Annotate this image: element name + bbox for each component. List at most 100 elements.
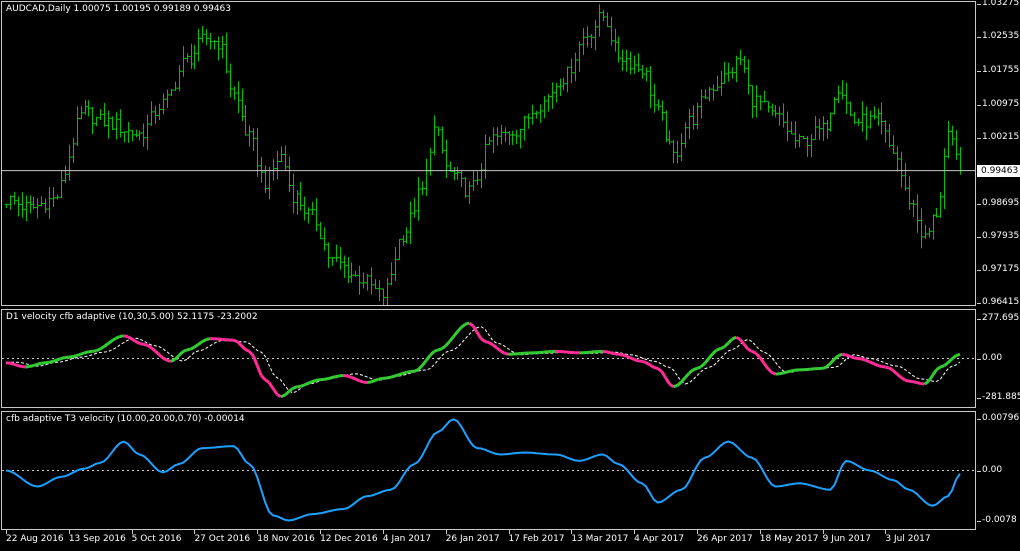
velocity-up-segment [76,352,82,358]
price-bar [310,201,315,215]
velocity-down-segment [139,341,144,346]
velocity-down-segment [236,340,243,347]
price-bar [954,130,959,161]
velocity-up-segment [99,345,105,351]
price-bar [373,279,378,290]
velocity-up-segment [417,364,424,371]
price-bar [522,115,527,141]
price-bar [887,123,892,148]
velocity-down-segment [762,361,769,370]
price-axis-label: 1.00975 [982,98,1020,109]
price-bar [416,177,421,221]
t3-velocity-indicator-panel[interactable]: cfb adaptive T3 velocity (10.00,20.00,0.… [1,411,976,530]
velocity-up-segment [951,354,958,360]
price-bar [412,197,417,218]
price-bar [118,109,123,138]
velocity-down-segment [143,342,148,347]
t3-axis-label-tick [977,520,981,522]
price-bar [322,227,327,251]
velocity-up-segment [790,368,796,373]
price-bar [542,96,547,119]
price-bar [471,170,476,191]
price-axis-label: 0.97935 [982,231,1020,242]
price-bar [31,196,36,210]
price-bar [83,99,88,115]
velocity-up-segment [366,380,372,385]
price-bar [750,85,755,119]
velocity-up-segment [103,342,109,348]
velocity-down-segment [885,365,890,370]
velocity-up-segment [947,357,954,364]
velocity-up-segment [201,338,207,343]
velocity-up-segment [448,335,455,343]
price-bar [224,32,229,74]
time-axis-label: 13 Mar 2017 [571,534,629,544]
velocity-down-segment [251,355,259,367]
price-bar [334,244,339,262]
price-axis-label: 1.01755 [982,64,1020,75]
velocity-down-segment [766,367,773,374]
price-bar [510,130,515,146]
velocity-up-segment [923,380,930,386]
velocity-down-segment [892,369,899,376]
velocity-down-segment [260,374,267,381]
price-bar [448,161,453,172]
velocity-up-segment [311,378,317,384]
price-bar [389,262,394,286]
price-bar [349,262,354,283]
price-bar [569,58,574,84]
velocity-up-segment [283,390,290,397]
price-bar [931,214,936,240]
velocity-down-segment [742,343,750,351]
velocity-down-segment [244,348,251,353]
price-bar [35,198,40,219]
price-bar [844,82,849,115]
price-bar [342,255,347,278]
velocity-signal-line [6,326,961,394]
price-axis-label-tick [977,270,981,272]
price-bar [514,129,519,145]
velocity-up-segment [280,393,286,399]
price-bar [828,112,833,132]
velocity-indicator-panel[interactable]: D1 velocity cfb adaptive (10,30,5.00) 52… [1,309,976,408]
price-bar [169,88,174,97]
price-axis-label-tick [977,4,981,6]
velocity-up-segment [296,384,301,389]
price-bar [648,66,653,109]
velocity-down-segment [488,341,494,347]
velocity-up-segment [413,368,419,373]
price-bar [326,242,331,268]
price-bar [43,198,48,213]
price-bar [946,121,951,159]
velocity-down-segment [754,352,761,359]
price-bar [605,12,610,28]
velocity-axis-label-tick [977,358,981,360]
price-bar [636,53,641,73]
velocity-up-segment [424,354,432,362]
price-chart-panel[interactable]: AUDCAD,Daily 1.00075 1.00195 0.99189 0.9… [1,1,976,306]
price-bar [306,207,311,224]
price-bar [428,147,433,176]
price-bar [703,89,708,100]
price-bar [393,247,398,281]
velocity-up-segment [394,373,400,378]
price-bar [660,100,665,121]
price-bar [581,28,586,56]
price-bar [770,103,775,116]
price-bar [738,49,743,65]
price-bar [558,78,563,97]
price-bar [189,43,194,69]
price-bar [353,270,358,277]
price-bar [715,75,720,92]
time-axis-label: 3 Jul 2017 [885,534,931,544]
price-axis-label-tick [977,137,981,139]
velocity-down-segment [621,353,627,358]
velocity-down-segment [134,340,141,345]
velocity-down-segment [877,363,882,368]
velocity-down-segment [625,354,631,360]
velocity-up-segment [182,348,188,354]
price-axis-label: 1.02535 [982,30,1020,41]
price-bar [467,181,472,204]
price-bar [16,196,21,217]
price-bar [836,85,841,104]
